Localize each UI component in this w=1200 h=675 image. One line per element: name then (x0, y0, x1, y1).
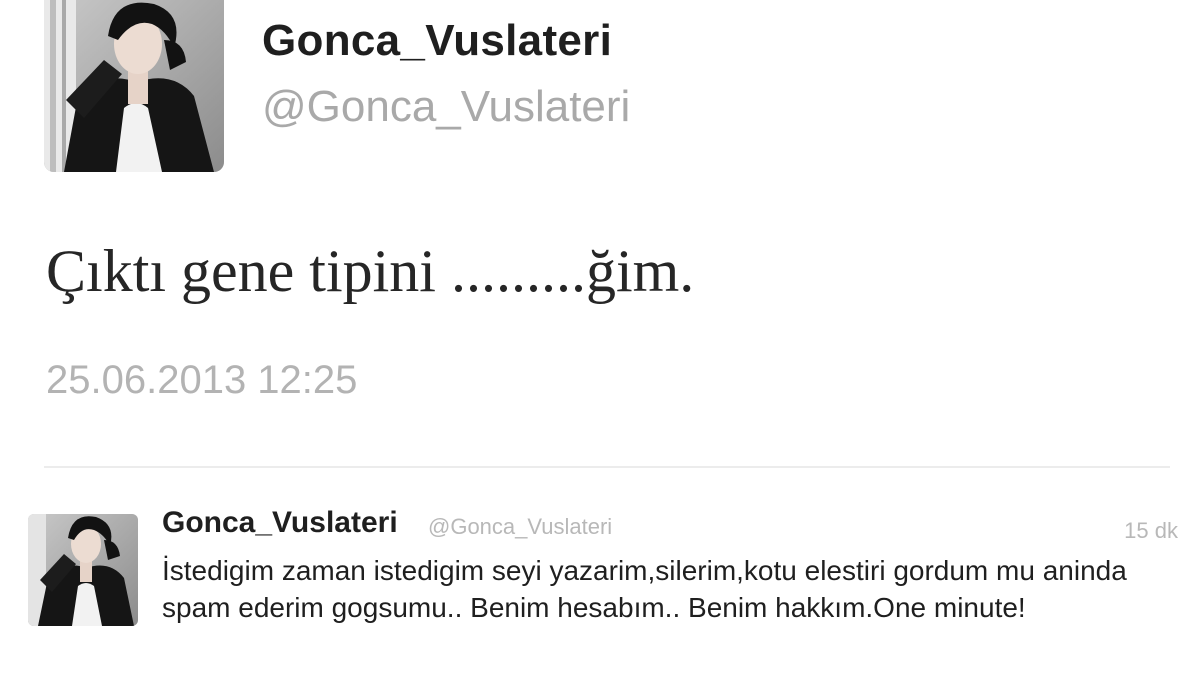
tweet-text: Çıktı gene tipini .........ğim. (46, 238, 695, 304)
display-name[interactable]: Gonca_Vuslateri (162, 506, 398, 540)
display-name[interactable]: Gonca_Vuslateri (262, 16, 612, 66)
tweet-text: İstedigim zaman istedigim seyi yazarim,s… (162, 555, 1127, 623)
avatar[interactable] (28, 514, 138, 626)
reply-tweet: Gonca_Vuslateri @Gonca_Vuslateri 15 dk İ… (0, 480, 1200, 675)
user-handle[interactable]: @Gonca_Vuslateri (428, 514, 612, 540)
main-tweet: Gonca_Vuslateri @Gonca_Vuslateri Çıktı g… (0, 0, 1200, 470)
user-handle[interactable]: @Gonca_Vuslateri (262, 82, 630, 132)
profile-photo-icon (44, 0, 224, 172)
avatar[interactable] (44, 0, 224, 172)
tweet-timestamp[interactable]: 25.06.2013 12:25 (46, 358, 357, 403)
divider (44, 466, 1170, 468)
tweet-timestamp[interactable]: 15 dk (1124, 518, 1178, 544)
profile-photo-icon (28, 514, 138, 626)
